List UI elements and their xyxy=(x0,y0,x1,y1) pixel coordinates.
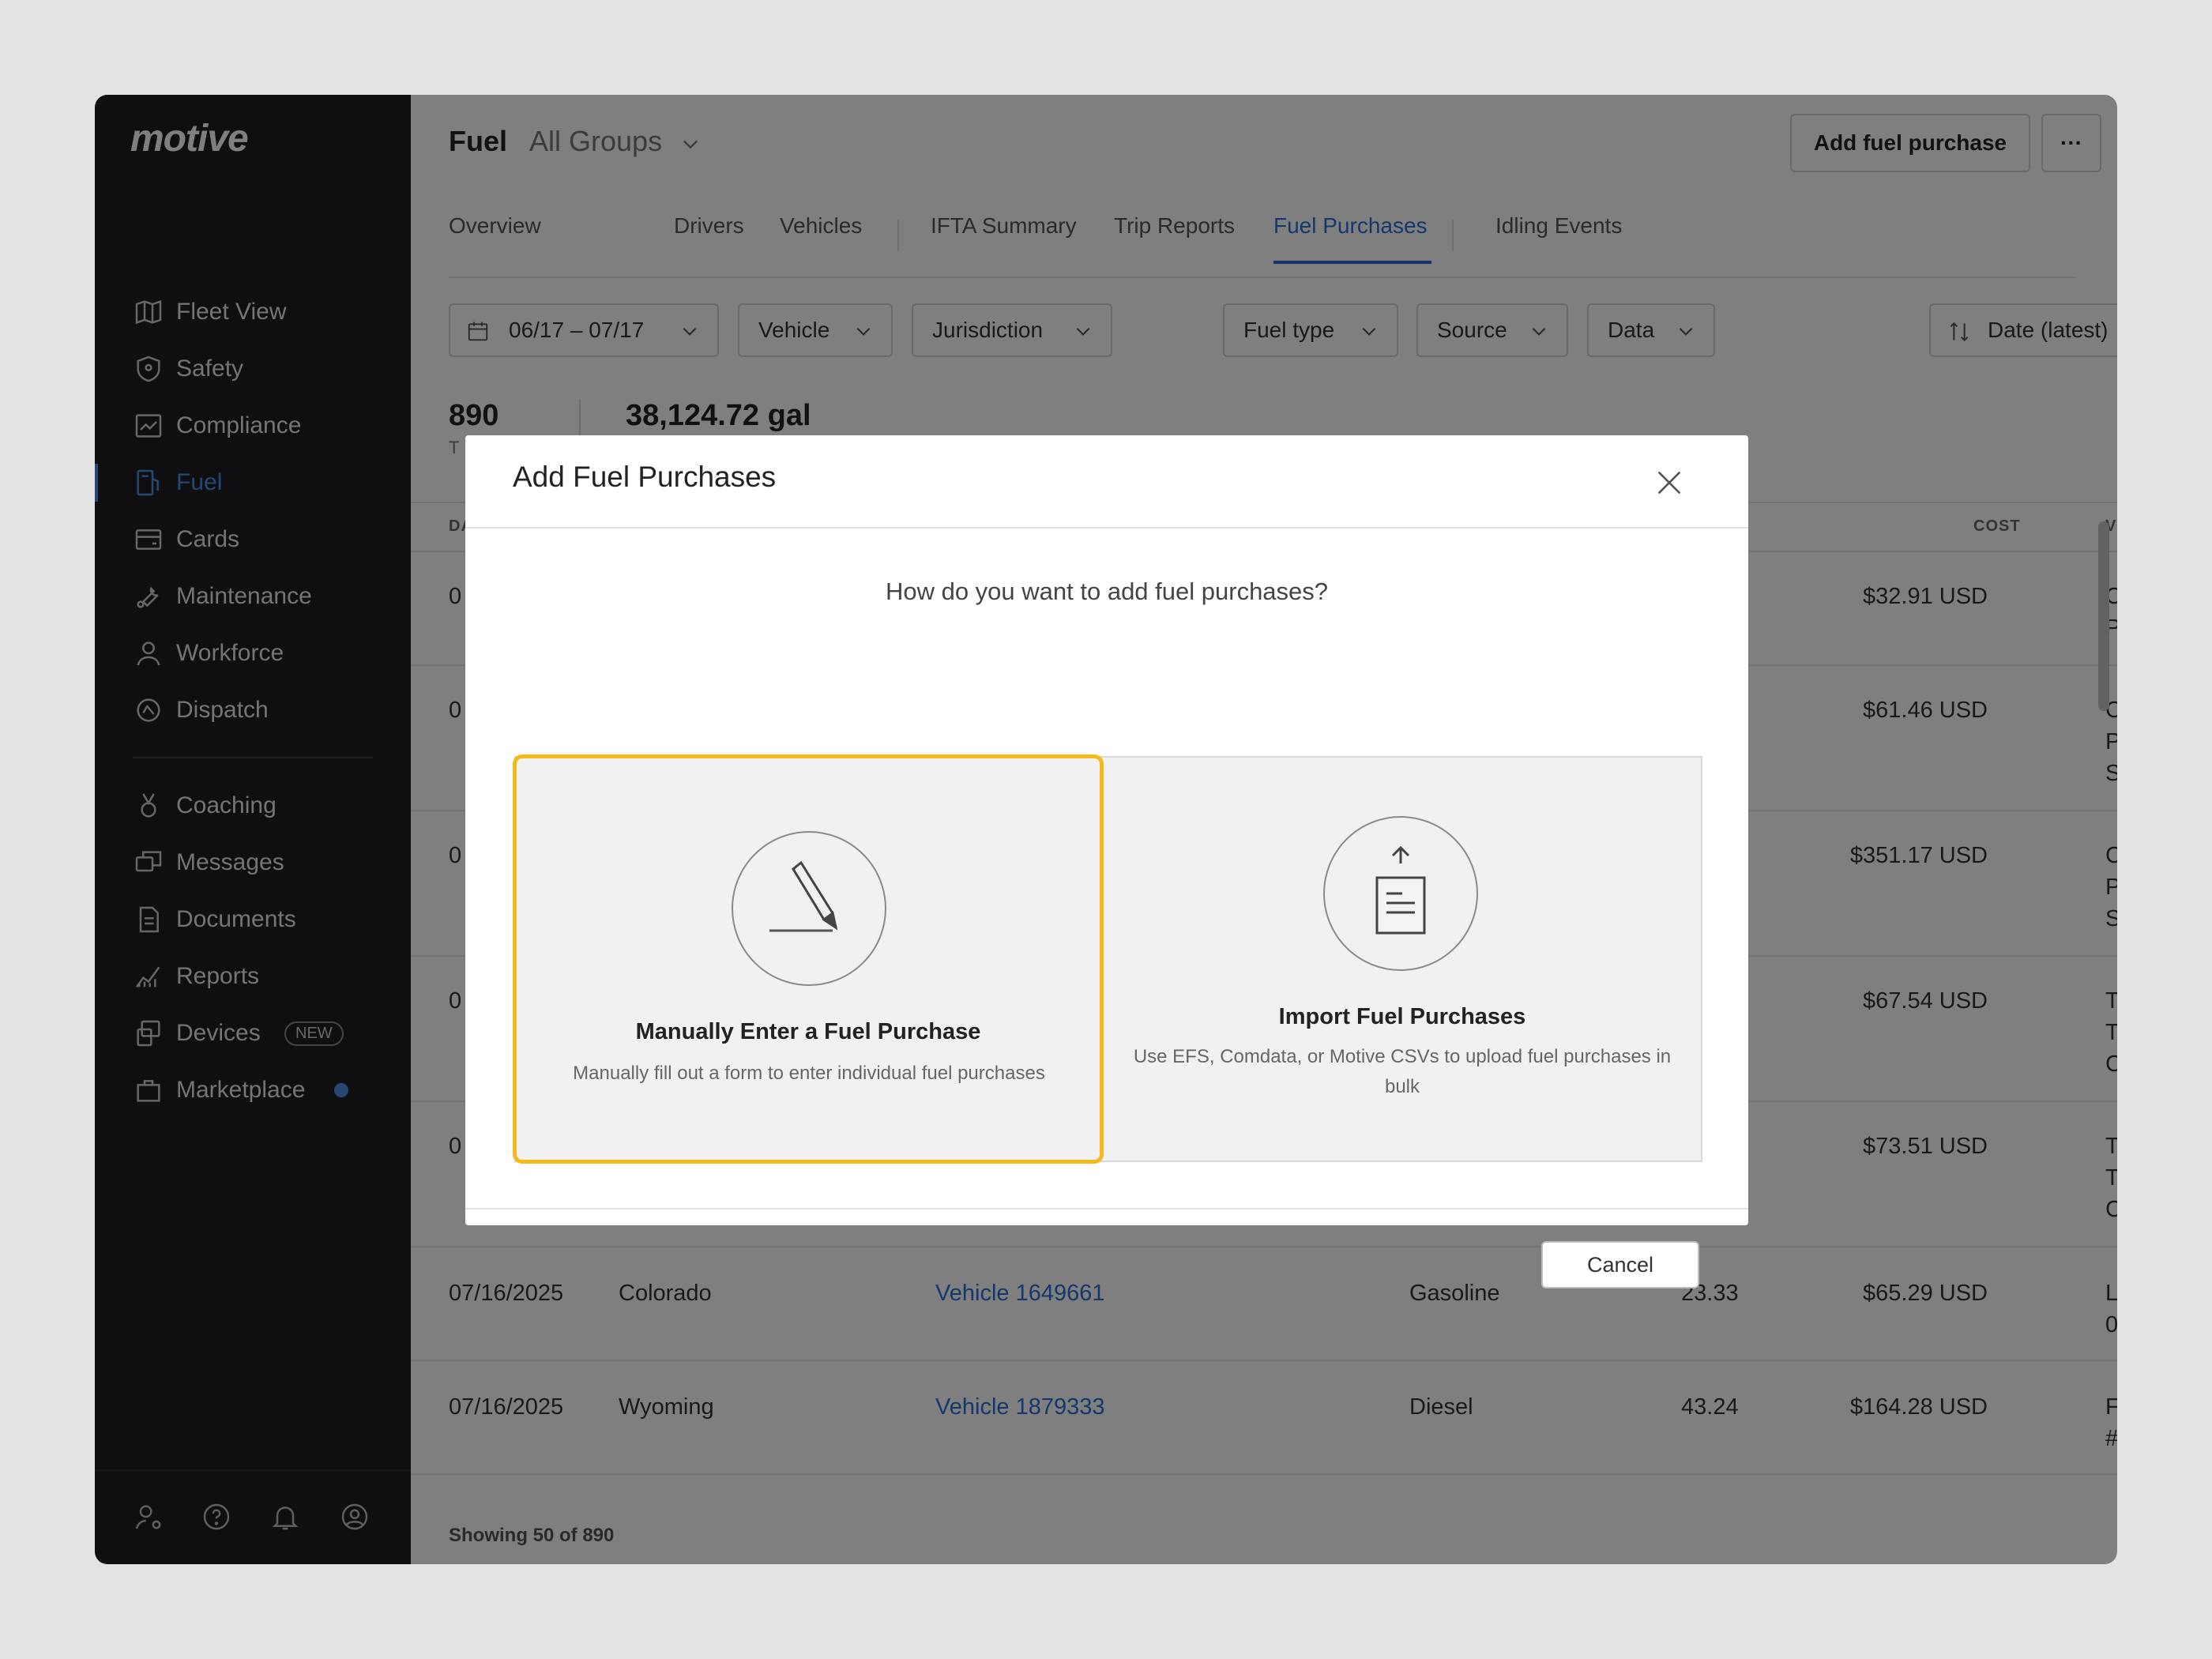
manual-option-description: Manually fill out a form to enter indivi… xyxy=(573,1063,1045,1084)
dialog-question: How do you want to add fuel purchases? xyxy=(885,577,1329,605)
close-icon[interactable] xyxy=(1653,467,1685,498)
upload-icon-circle xyxy=(1323,816,1478,971)
option-group: Manually Enter a Fuel Purchase Manually … xyxy=(513,754,1702,1164)
pencil-icon xyxy=(769,860,838,932)
import-option-title: Import Fuel Purchases xyxy=(1278,1004,1526,1029)
import-option-description: Use EFS, Comdata, or Motive CSVs to uplo… xyxy=(1133,1046,1672,1097)
pencil-icon-circle xyxy=(732,831,886,986)
manual-option-title: Manually Enter a Fuel Purchase xyxy=(635,1019,981,1044)
dialog-header-divider xyxy=(465,527,1748,529)
app-window: motive Fleet View Safety Compliance Fuel… xyxy=(95,95,2117,1564)
dialog-footer-divider xyxy=(465,1208,1748,1209)
dialog-title: Add Fuel Purchases xyxy=(513,461,777,493)
import-option[interactable]: Import Fuel Purchases Use EFS, Comdata, … xyxy=(1104,758,1701,1161)
upload-document-icon xyxy=(1375,845,1426,935)
add-fuel-purchases-dialog: Add Fuel Purchases How do you want to ad… xyxy=(465,435,1748,1288)
manual-entry-option[interactable]: Manually Enter a Fuel Purchase Manually … xyxy=(513,754,1104,1164)
cancel-button[interactable]: Cancel xyxy=(1541,1241,1699,1288)
